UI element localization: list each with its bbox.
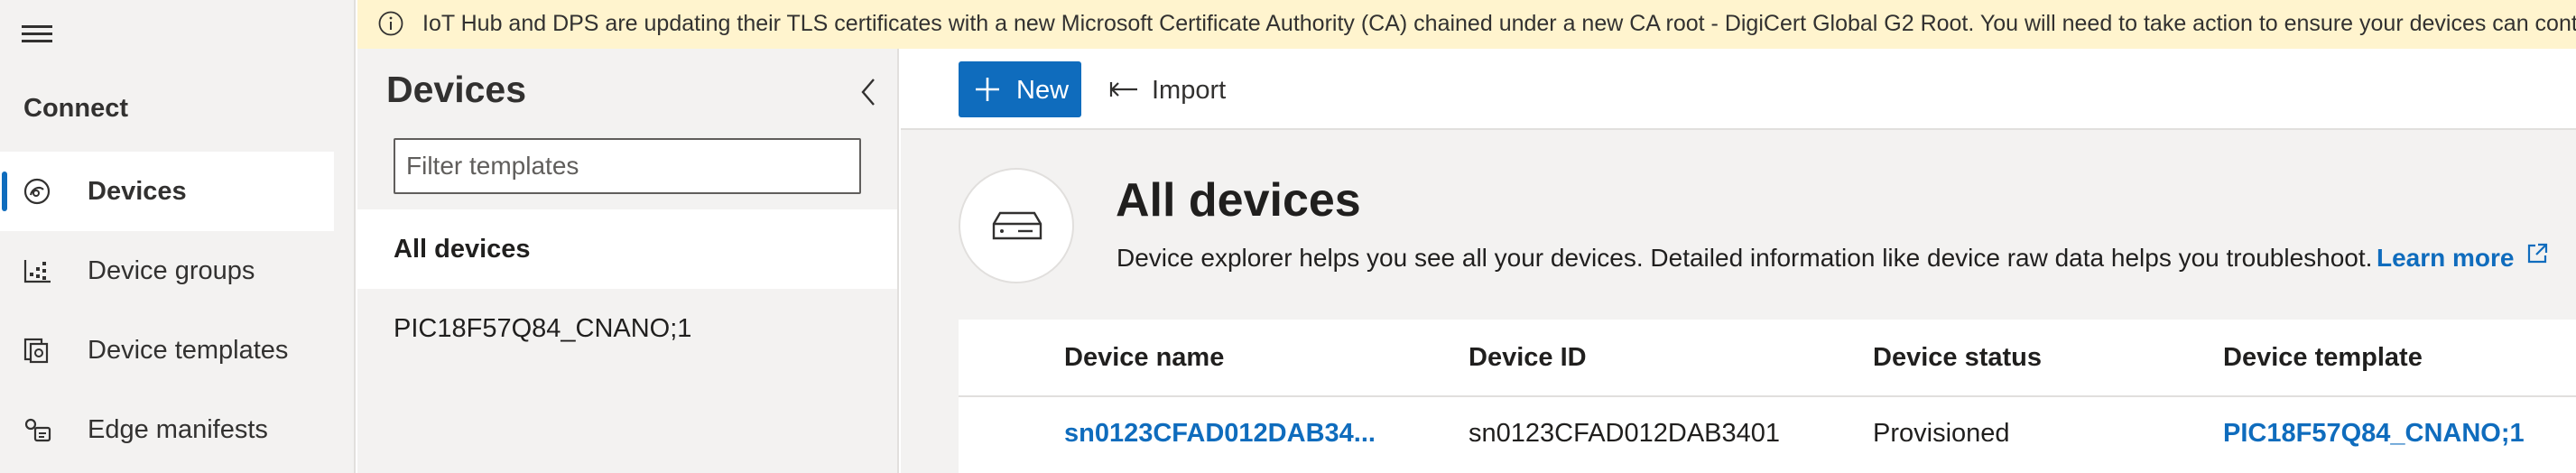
nav-section-heading: Connect [23,94,128,123]
banner-message: IoT Hub and DPS are updating their TLS c… [422,11,2576,36]
template-item-pic18f57q84[interactable]: PIC18F57Q84_CNANO;1 [357,289,897,368]
nav-item-label: Device groups [88,255,255,285]
device-id-cell: sn0123CFAD012DAB3401 [1469,419,1781,448]
device-status-cell: Provisioned [1873,419,2010,448]
column-header-device-id[interactable]: Device ID [1469,343,1587,373]
import-icon [1109,82,1137,97]
table-header: Device name Device ID Device status Devi… [959,320,2576,397]
nav-item-edge-manifests[interactable]: Edge manifests [0,390,334,469]
nav-item-device-templates[interactable]: Device templates [0,311,334,390]
device-name-link[interactable]: sn0123CFAD012DAB34... [1064,419,1376,449]
import-button[interactable]: Import [1105,61,1240,117]
import-button-label: Import [1152,76,1227,105]
device-icon [992,211,1042,240]
page-title: All devices [1116,174,1361,227]
template-item-label: PIC18F57Q84_CNANO;1 [394,314,692,343]
device-template-link[interactable]: PIC18F57Q84_CNANO;1 [2223,419,2525,449]
new-device-button[interactable]: New [959,61,1081,117]
chevron-left-icon[interactable] [856,74,883,110]
main-content: New Import All devices Device explorer h… [901,49,2576,473]
device-illustration [959,168,1074,283]
edge-manifests-icon [24,418,51,442]
app-root: Connect Devices Device groups Device tem… [0,0,2576,473]
nav-item-devices[interactable]: Devices [0,152,334,231]
page-description: Device explorer helps you see all your d… [1117,244,2373,272]
external-link-icon[interactable] [2525,242,2549,265]
device-groups-icon [23,260,51,283]
pane-title: Devices [386,69,527,110]
tls-notice-banner: IoT Hub and DPS are updating their TLS c… [357,0,2576,49]
template-filter-pane: Devices All devices PIC18F57Q84_CNANO;1 [357,49,899,473]
info-icon [378,11,403,36]
learn-more-link[interactable]: Learn more [2377,244,2515,273]
nav-item-label: Device templates [88,335,289,365]
command-bar: New Import [901,49,2576,130]
hamburger-icon[interactable] [22,22,52,43]
filter-templates-input[interactable] [394,138,861,194]
left-navigation: Connect Devices Device groups Device tem… [0,0,356,473]
template-item-all-devices[interactable]: All devices [357,209,897,289]
nav-item-label: Devices [88,176,187,206]
nav-item-label: Edge manifests [88,414,268,444]
plus-icon [976,78,999,101]
devices-table: Device name Device ID Device status Devi… [959,320,2576,473]
column-header-device-status[interactable]: Device status [1873,343,2042,373]
template-item-label: All devices [394,235,531,264]
column-header-device-template[interactable]: Device template [2223,343,2423,373]
table-row[interactable]: sn0123CFAD012DAB34... sn0123CFAD012DAB34… [959,397,2576,473]
nav-item-device-groups[interactable]: Device groups [0,231,334,311]
devices-icon [23,178,51,205]
new-button-label: New [1016,76,1070,105]
device-templates-icon [23,338,49,364]
column-header-device-name[interactable]: Device name [1064,343,1224,373]
